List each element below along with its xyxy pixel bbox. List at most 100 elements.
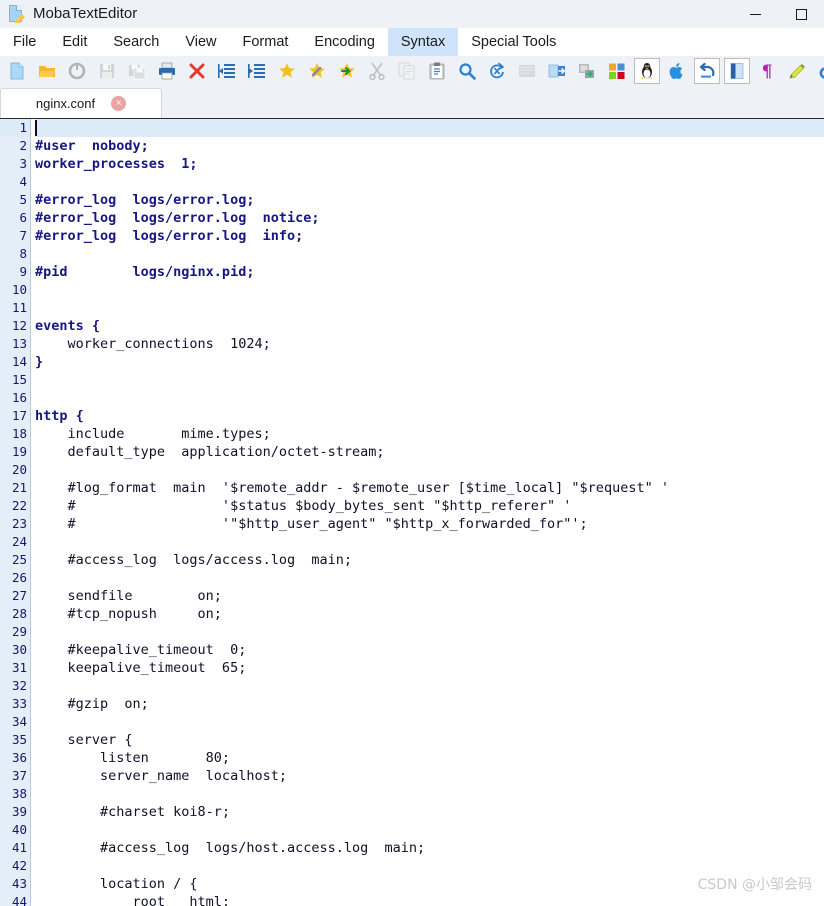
copy-icon[interactable] [394, 58, 420, 84]
apple-icon[interactable] [664, 58, 690, 84]
line-number-gutter: 1 2 3 4 5 6 7 8 9 10 11 12 13 14 15 16 17 18 19 20 21 22 23 24 2… [0, 119, 31, 906]
code-line[interactable] [35, 461, 824, 479]
windows-format-icon[interactable] [604, 58, 630, 84]
line-number: 34 [11, 714, 27, 729]
undo-icon[interactable] [694, 58, 720, 84]
new-file-icon[interactable] [4, 58, 30, 84]
save-as-icon[interactable] [124, 58, 150, 84]
bookmark-toggle-icon[interactable] [304, 58, 330, 84]
code-line[interactable]: server { [35, 731, 824, 749]
reload-icon[interactable] [64, 58, 90, 84]
code-line[interactable]: server_name localhost; [35, 767, 824, 785]
code-line[interactable]: #log_format main '$remote_addr - $remote… [35, 479, 824, 497]
code-line[interactable] [35, 533, 824, 551]
line-number: 3 [19, 156, 27, 171]
line-number: 33 [11, 696, 27, 711]
code-line[interactable] [35, 371, 824, 389]
code-line[interactable] [35, 677, 824, 695]
save-icon[interactable] [94, 58, 120, 84]
code-line[interactable] [35, 281, 824, 299]
code-line[interactable]: #charset koi8-r; [35, 803, 824, 821]
paste-icon[interactable] [424, 58, 450, 84]
code-line[interactable] [35, 821, 824, 839]
code-line[interactable]: include mime.types; [35, 425, 824, 443]
goto-line-icon[interactable] [544, 58, 570, 84]
split-view-icon[interactable] [724, 58, 750, 84]
code-line[interactable] [35, 389, 824, 407]
pilcrow-icon[interactable]: ¶ [754, 58, 780, 84]
code-line[interactable]: sendfile on; [35, 587, 824, 605]
code-line[interactable]: #error_log logs/error.log info; [35, 227, 824, 245]
code-line[interactable] [35, 245, 824, 263]
line-number: 42 [11, 858, 27, 873]
menu-syntax[interactable]: Syntax [387, 28, 459, 56]
code-line[interactable]: #access_log logs/access.log main; [35, 551, 824, 569]
line-number: 36 [11, 750, 27, 765]
select-all-icon[interactable] [514, 58, 540, 84]
code-line[interactable]: worker_processes 1; [35, 155, 824, 173]
text-caret [35, 120, 37, 136]
menu-format[interactable]: Format [230, 28, 302, 56]
bookmark-star-icon[interactable] [274, 58, 300, 84]
print-icon[interactable] [154, 58, 180, 84]
window-title: MobaTextEditor [33, 5, 138, 22]
line-number: 17 [11, 408, 27, 423]
bookmark-next-icon[interactable] [334, 58, 360, 84]
indent-icon[interactable] [244, 58, 270, 84]
code-text-area[interactable]: #user nobody; worker_processes 1; #error_… [31, 119, 824, 906]
maximize-button[interactable] [778, 0, 824, 28]
code-line[interactable] [35, 119, 824, 137]
title-bar: MobaTextEditor [0, 0, 824, 28]
code-line[interactable]: #error_log logs/error.log; [35, 191, 824, 209]
code-line[interactable]: #error_log logs/error.log notice; [35, 209, 824, 227]
code-line[interactable] [35, 713, 824, 731]
line-number: 25 [11, 552, 27, 567]
code-line[interactable]: keepalive_timeout 65; [35, 659, 824, 677]
close-file-icon[interactable] [184, 58, 210, 84]
linux-penguin-icon[interactable] [634, 58, 660, 84]
menu-encoding[interactable]: Encoding [301, 28, 387, 56]
code-line[interactable]: default_type application/octet-stream; [35, 443, 824, 461]
minimize-button[interactable] [732, 0, 778, 28]
cut-icon[interactable] [364, 58, 390, 84]
settings-gear-icon[interactable] [814, 58, 824, 84]
line-number: 44 [11, 894, 27, 906]
editor-area[interactable]: 1 2 3 4 5 6 7 8 9 10 11 12 13 14 15 16 17 18 19 20 21 22 23 24 2… [0, 118, 824, 906]
open-folder-icon[interactable] [34, 58, 60, 84]
close-icon[interactable]: × [111, 96, 127, 111]
menu-file[interactable]: File [0, 28, 49, 56]
code-line[interactable]: #access_log logs/host.access.log main; [35, 839, 824, 857]
menu-view[interactable]: View [172, 28, 229, 56]
code-line[interactable]: # '$status $body_bytes_sent "$http_refer… [35, 497, 824, 515]
line-number: 24 [11, 534, 27, 549]
code-line[interactable]: #pid logs/nginx.pid; [35, 263, 824, 281]
code-line[interactable]: #tcp_nopush on; [35, 605, 824, 623]
line-number: 27 [11, 588, 27, 603]
code-line[interactable]: http { [35, 407, 824, 425]
code-line[interactable]: worker_connections 1024; [35, 335, 824, 353]
code-line[interactable] [35, 173, 824, 191]
code-line[interactable]: #keepalive_timeout 0; [35, 641, 824, 659]
editor-tab[interactable]: nginx.conf × [0, 88, 162, 118]
unindent-icon[interactable] [214, 58, 240, 84]
code-line[interactable]: #user nobody; [35, 137, 824, 155]
code-line[interactable] [35, 299, 824, 317]
menu-special-tools[interactable]: Special Tools [458, 28, 569, 56]
code-line[interactable]: # '"$http_user_agent" "$http_x_forwarded… [35, 515, 824, 533]
code-line[interactable]: } [35, 353, 824, 371]
highlighter-icon[interactable] [784, 58, 810, 84]
menu-edit[interactable]: Edit [49, 28, 100, 56]
unix-format-icon[interactable] [574, 58, 600, 84]
code-line[interactable]: location / { [35, 875, 824, 893]
code-line[interactable]: #gzip on; [35, 695, 824, 713]
search-icon[interactable] [454, 58, 480, 84]
code-line[interactable]: listen 80; [35, 749, 824, 767]
menu-search[interactable]: Search [100, 28, 172, 56]
code-line[interactable] [35, 785, 824, 803]
code-line[interactable] [35, 569, 824, 587]
code-line[interactable] [35, 623, 824, 641]
replace-icon[interactable] [484, 58, 510, 84]
code-line[interactable]: root html; [35, 893, 824, 906]
code-line[interactable]: events { [35, 317, 824, 335]
code-line[interactable] [35, 857, 824, 875]
